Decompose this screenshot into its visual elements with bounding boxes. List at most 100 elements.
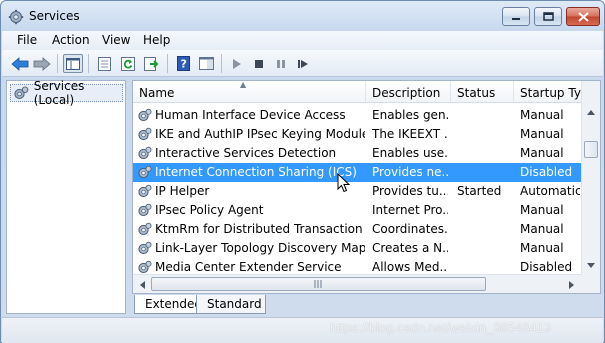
horizontal-scrollbar[interactable]: [133, 274, 581, 293]
menu-file[interactable]: File: [17, 33, 37, 47]
scroll-left-arrow-icon[interactable]: [133, 276, 151, 293]
stop-icon: [255, 59, 263, 68]
table-row[interactable]: IPsec Policy Agent Internet Pro... Manual: [133, 201, 581, 220]
services-gear-icon: [14, 86, 29, 100]
scroll-right-arrow-icon[interactable]: [562, 276, 580, 293]
pause-icon: [277, 59, 285, 68]
service-name: IP Helper: [155, 184, 210, 198]
service-name: KtmRm for Distributed Transaction C...: [155, 222, 365, 236]
maximize-button[interactable]: [534, 7, 562, 26]
column-header-description[interactable]: Description: [366, 81, 451, 103]
tab-standard[interactable]: Standard: [196, 295, 266, 314]
close-button[interactable]: [566, 7, 600, 26]
restart-service-button[interactable]: [293, 54, 313, 73]
table-row[interactable]: Internet Connection Sharing (ICS) Provide…: [133, 163, 581, 182]
service-description: Provides tu...: [372, 184, 448, 198]
mouse-cursor-icon: [337, 173, 351, 193]
help-button[interactable]: ?: [173, 54, 193, 73]
table-row[interactable]: IP Helper Provides tu... Started Automatic: [133, 182, 581, 201]
service-description: Provides ne...: [372, 165, 448, 179]
scroll-up-arrow-icon[interactable]: [582, 104, 600, 121]
maximize-icon: [542, 12, 554, 21]
show-hide-tree-icon: [66, 57, 80, 70]
horizontal-scroll-thumb[interactable]: [151, 277, 486, 291]
back-button[interactable]: [10, 54, 30, 73]
service-startup-type: Disabled: [520, 260, 573, 274]
services-list: ▲ Name Description Status Startup Typ Hu…: [132, 80, 601, 294]
service-name: Media Center Extender Service: [155, 260, 342, 274]
view-tabs: Extended Standard: [132, 295, 601, 315]
service-startup-type: Manual: [520, 241, 564, 255]
service-gear-icon: [138, 203, 152, 217]
sort-ascending-icon: ▲: [240, 81, 247, 89]
vertical-scroll-thumb[interactable]: [584, 141, 598, 158]
grip-icon: [314, 280, 322, 288]
table-row[interactable]: IKE and AuthIP IPsec Keying Modules The I…: [133, 125, 581, 144]
refresh-icon: [121, 56, 135, 71]
service-description: Coordinates...: [372, 222, 448, 236]
table-row[interactable]: Interactive Services Detection Enables us…: [133, 144, 581, 163]
service-gear-icon: [138, 165, 152, 179]
pause-service-button[interactable]: [271, 54, 291, 73]
refresh-button[interactable]: [118, 54, 138, 73]
column-header-startup-type[interactable]: Startup Typ: [514, 81, 581, 103]
service-gear-icon: [138, 146, 152, 160]
service-name: Human Interface Device Access: [155, 108, 346, 122]
show-hide-tree-button[interactable]: [63, 54, 83, 73]
service-gear-icon: [138, 184, 152, 198]
show-hide-action-pane-button[interactable]: [196, 54, 216, 73]
service-description: Allows Med...: [372, 260, 448, 274]
forward-arrow-icon: [33, 56, 51, 71]
service-name: IPsec Policy Agent: [155, 203, 264, 217]
service-description: Enables use...: [372, 146, 448, 160]
menu-help[interactable]: Help: [143, 33, 170, 47]
services-gear-icon: [8, 9, 24, 25]
column-header-status[interactable]: Status: [451, 81, 514, 103]
vertical-scrollbar[interactable]: [581, 81, 600, 274]
window-title: Services: [29, 9, 80, 23]
service-description: The IKEEXT ...: [372, 127, 448, 141]
table-row[interactable]: Human Interface Device Access Enables gen…: [133, 106, 581, 125]
minimize-button[interactable]: [502, 7, 530, 26]
service-name: IKE and AuthIP IPsec Keying Modules: [155, 127, 365, 141]
service-startup-type: Disabled: [520, 165, 573, 179]
export-list-button[interactable]: [142, 54, 162, 73]
tree-item-label: Services (Local): [33, 79, 85, 107]
service-startup-type: Manual: [520, 108, 564, 122]
help-icon: ?: [176, 56, 190, 71]
close-icon: [577, 11, 589, 22]
play-icon: [233, 58, 241, 69]
tab-extended[interactable]: Extended: [134, 295, 202, 314]
properties-button[interactable]: [94, 54, 114, 73]
column-header-name[interactable]: ▲ Name: [133, 81, 366, 103]
forward-button[interactable]: [32, 54, 52, 73]
scroll-down-arrow-icon[interactable]: [582, 257, 600, 274]
column-header-row: ▲ Name Description Status Startup Typ: [133, 81, 581, 103]
restart-icon: [298, 59, 308, 68]
service-startup-type: Automatic: [520, 184, 580, 198]
table-row[interactable]: KtmRm for Distributed Transaction C... Co…: [133, 220, 581, 239]
svg-text:?: ?: [180, 58, 186, 71]
menu-action[interactable]: Action: [52, 33, 90, 47]
service-startup-type: Manual: [520, 127, 564, 141]
service-gear-icon: [138, 127, 152, 141]
scroll-corner: [581, 274, 600, 293]
table-row[interactable]: Link-Layer Topology Discovery Mapper Crea…: [133, 239, 581, 258]
service-gear-icon: [138, 108, 152, 122]
stop-service-button[interactable]: [249, 54, 269, 73]
export-list-icon: [144, 56, 159, 71]
service-gear-icon: [138, 222, 152, 236]
service-gear-icon: [138, 241, 152, 255]
tree-item-services-local[interactable]: Services (Local): [10, 79, 123, 107]
service-description: Internet Pro...: [372, 203, 448, 217]
service-name: Link-Layer Topology Discovery Mapper: [155, 241, 365, 255]
service-status: Started: [457, 184, 502, 198]
title-bar[interactable]: Services: [1, 1, 604, 31]
service-gear-icon: [138, 260, 152, 274]
menu-view[interactable]: View: [102, 33, 130, 47]
toolbar: ?: [2, 50, 603, 77]
service-name: Interactive Services Detection: [155, 146, 337, 160]
start-service-button[interactable]: [227, 54, 247, 73]
menu-bar: File Action View Help: [2, 31, 603, 50]
service-description: Creates a N...: [372, 241, 448, 255]
